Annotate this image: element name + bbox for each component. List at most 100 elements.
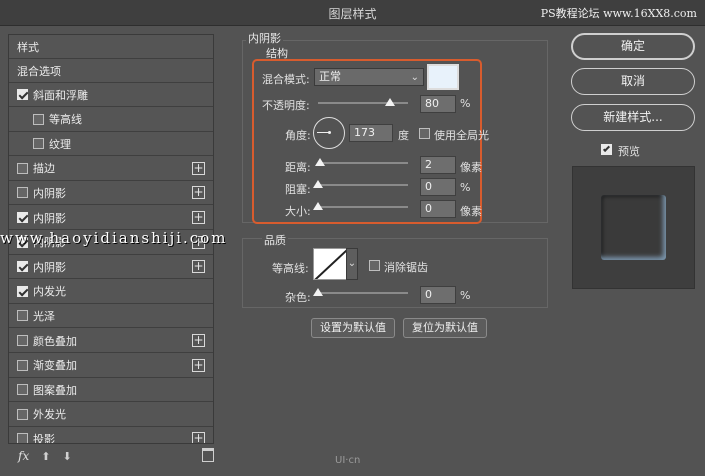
blend-mode-select[interactable]: 正常 ⌄ [314, 68, 424, 86]
style-item[interactable]: 内阴影 + [9, 255, 213, 280]
preview-swatch [601, 195, 666, 260]
style-checkbox[interactable] [17, 335, 28, 346]
size-input[interactable]: 0 [420, 200, 456, 218]
style-checkbox[interactable] [17, 261, 28, 273]
style-item[interactable]: 外发光 [9, 403, 213, 427]
style-item-label: 斜面和浮雕 [33, 88, 88, 102]
style-checkbox[interactable] [17, 359, 28, 371]
style-checkbox[interactable] [17, 310, 28, 322]
style-checkbox[interactable] [17, 384, 28, 396]
distance-slider-track[interactable] [318, 162, 408, 164]
contour-preview[interactable] [313, 248, 347, 280]
blend-options-item[interactable]: 混合选项 [9, 59, 213, 83]
choke-input[interactable]: 0 [420, 178, 456, 196]
quality-title: 品质 [262, 232, 288, 248]
style-checkbox[interactable] [17, 187, 28, 199]
add-instance-icon[interactable]: + [192, 211, 205, 224]
noise-slider-thumb[interactable] [313, 288, 323, 296]
global-light-label: 使用全局光 [434, 129, 489, 142]
bottom-logo: UI·cn [335, 455, 361, 466]
style-checkbox[interactable] [33, 138, 44, 150]
style-item-label: 内阴影 [33, 260, 66, 274]
fx-menu-button[interactable]: fx [18, 449, 29, 463]
style-checkbox[interactable] [17, 162, 28, 174]
opacity-input[interactable]: 80 [420, 95, 456, 113]
angle-input[interactable]: 173 [349, 124, 393, 142]
site-watermark: PS教程论坛 www.16XX8.com [540, 7, 697, 20]
check-icon [602, 144, 611, 153]
style-item[interactable]: 光泽 [9, 304, 213, 329]
size-slider-thumb[interactable] [313, 202, 323, 210]
shadow-color-swatch[interactable] [427, 64, 459, 90]
distance-slider-thumb[interactable] [315, 158, 325, 166]
add-instance-icon[interactable]: + [192, 432, 205, 443]
style-item-label: 内阴影 [33, 186, 66, 200]
style-item[interactable]: 内发光 [9, 280, 213, 304]
noise-slider-track[interactable] [318, 292, 408, 294]
add-instance-icon[interactable]: + [192, 186, 205, 200]
style-item-label: 图案叠加 [33, 383, 77, 397]
trash-icon[interactable] [202, 448, 214, 462]
style-item[interactable]: 纹理 [9, 132, 213, 157]
style-item[interactable]: 渐变叠加 + [9, 354, 213, 378]
distance-input[interactable]: 2 [420, 156, 456, 174]
style-item[interactable]: 颜色叠加 + [9, 329, 213, 353]
add-instance-icon[interactable]: + [192, 358, 205, 372]
style-item-label: 内阴影 [33, 211, 66, 225]
style-checkbox[interactable] [17, 285, 28, 297]
move-up-icon[interactable]: ⬆ [41, 450, 50, 463]
style-preview [572, 166, 695, 289]
opacity-unit: % [460, 97, 471, 110]
style-item[interactable]: 图案叠加 [9, 378, 213, 403]
style-checkbox[interactable] [17, 408, 28, 420]
distance-unit: 像素 [460, 161, 482, 174]
preview-label: 预览 [618, 145, 640, 158]
style-item[interactable]: 内阴影 + [9, 181, 213, 206]
ok-button[interactable]: 确定 [571, 33, 695, 60]
opacity-slider-thumb[interactable] [385, 98, 395, 106]
style-item-label: 等高线 [49, 113, 82, 127]
style-item[interactable]: 等高线 [9, 108, 213, 132]
angle-dial[interactable] [313, 117, 345, 149]
antialias-label: 消除锯齿 [384, 261, 428, 274]
preview-checkbox[interactable] [601, 144, 612, 155]
contour-label: 等高线: [272, 262, 309, 275]
reset-default-button[interactable]: 复位为默认值 [403, 318, 487, 338]
choke-slider-track[interactable] [318, 184, 408, 186]
style-item[interactable]: 描边 + [9, 157, 213, 181]
style-item-label: 描边 [33, 162, 55, 176]
choke-label: 阻塞: [285, 183, 311, 196]
styles-header[interactable]: 样式 [9, 35, 213, 59]
style-checkbox[interactable] [17, 433, 28, 443]
style-item-label: 光泽 [33, 309, 55, 323]
style-item[interactable]: 斜面和浮雕 [9, 83, 213, 107]
watermark-overlay: www.haoyidianshiji.com [0, 229, 228, 247]
add-instance-icon[interactable]: + [192, 161, 205, 175]
style-item-label: 颜色叠加 [33, 334, 77, 348]
set-default-button[interactable]: 设置为默认值 [311, 318, 395, 338]
cancel-button[interactable]: 取消 [571, 68, 695, 95]
style-item[interactable]: 投影 + [9, 427, 213, 443]
global-light-checkbox[interactable] [419, 128, 430, 139]
title-bar: 图层样式 PS教程论坛 www.16XX8.com [0, 0, 705, 26]
style-toolbar: fx ⬆ ⬇ [8, 444, 214, 468]
new-style-button[interactable]: 新建样式... [571, 104, 695, 131]
add-instance-icon[interactable]: + [192, 334, 205, 347]
style-item-label: 纹理 [49, 137, 71, 151]
noise-input[interactable]: 0 [420, 286, 456, 304]
angle-label: 角度: [285, 129, 311, 142]
angle-unit: 度 [398, 129, 409, 142]
chevron-down-icon: ⌄ [410, 72, 419, 83]
style-item[interactable]: 内阴影 + [9, 206, 213, 230]
move-down-icon[interactable]: ⬇ [62, 450, 71, 463]
choke-slider-thumb[interactable] [313, 180, 323, 188]
style-checkbox[interactable] [33, 113, 44, 125]
style-checkbox[interactable] [17, 212, 28, 223]
size-slider-track[interactable] [318, 206, 408, 208]
style-checkbox[interactable] [17, 89, 28, 100]
style-item-label: 渐变叠加 [33, 359, 77, 373]
chevron-down-icon: ⌄ [347, 258, 357, 269]
antialias-checkbox[interactable] [369, 260, 380, 271]
contour-dropdown[interactable]: ⌄ [346, 248, 358, 280]
add-instance-icon[interactable]: + [192, 260, 205, 274]
